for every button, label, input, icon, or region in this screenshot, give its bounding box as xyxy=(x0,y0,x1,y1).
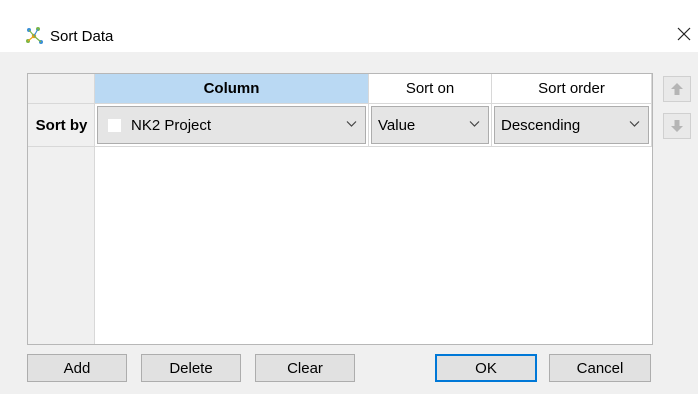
add-button[interactable]: Add xyxy=(27,354,127,382)
chevron-down-icon xyxy=(346,121,357,127)
chevron-down-icon xyxy=(629,121,640,127)
title-bar: Sort Data xyxy=(0,0,698,52)
column-header-sort-on[interactable]: Sort on xyxy=(369,74,492,104)
window-title: Sort Data xyxy=(50,28,114,45)
cell-column: NK2 Project xyxy=(95,104,369,147)
chevron-down-icon xyxy=(469,121,480,127)
arrow-up-icon xyxy=(671,83,683,95)
arrow-down-icon xyxy=(671,120,683,132)
grid-corner xyxy=(28,74,95,104)
sort-on-value: Value xyxy=(378,116,416,134)
sort-levels-grid[interactable]: Column Sort on Sort order Sort by NK2 Pr… xyxy=(27,73,653,345)
cancel-button[interactable]: Cancel xyxy=(549,354,651,382)
cell-sort-order: Descending xyxy=(492,104,652,147)
move-up-button[interactable] xyxy=(663,76,691,102)
clear-button[interactable]: Clear xyxy=(255,354,355,382)
delete-button[interactable]: Delete xyxy=(141,354,241,382)
move-down-button[interactable] xyxy=(663,113,691,139)
ok-button[interactable]: OK xyxy=(435,354,537,382)
close-icon[interactable] xyxy=(672,22,696,46)
sort-order-value: Descending xyxy=(501,116,581,134)
sort-order-dropdown[interactable]: Descending xyxy=(494,106,649,144)
row-header-sort-by[interactable]: Sort by xyxy=(28,104,95,147)
column-header-sort-order[interactable]: Sort order xyxy=(492,74,652,104)
column-checkbox[interactable] xyxy=(107,117,122,133)
column-dropdown-value: NK2 Project xyxy=(131,116,212,134)
sort-on-dropdown[interactable]: Value xyxy=(371,106,489,144)
column-header-column[interactable]: Column xyxy=(95,74,369,104)
sort-data-app-icon xyxy=(26,27,43,44)
column-dropdown[interactable]: NK2 Project xyxy=(97,106,366,144)
cell-sort-on: Value xyxy=(369,104,492,147)
